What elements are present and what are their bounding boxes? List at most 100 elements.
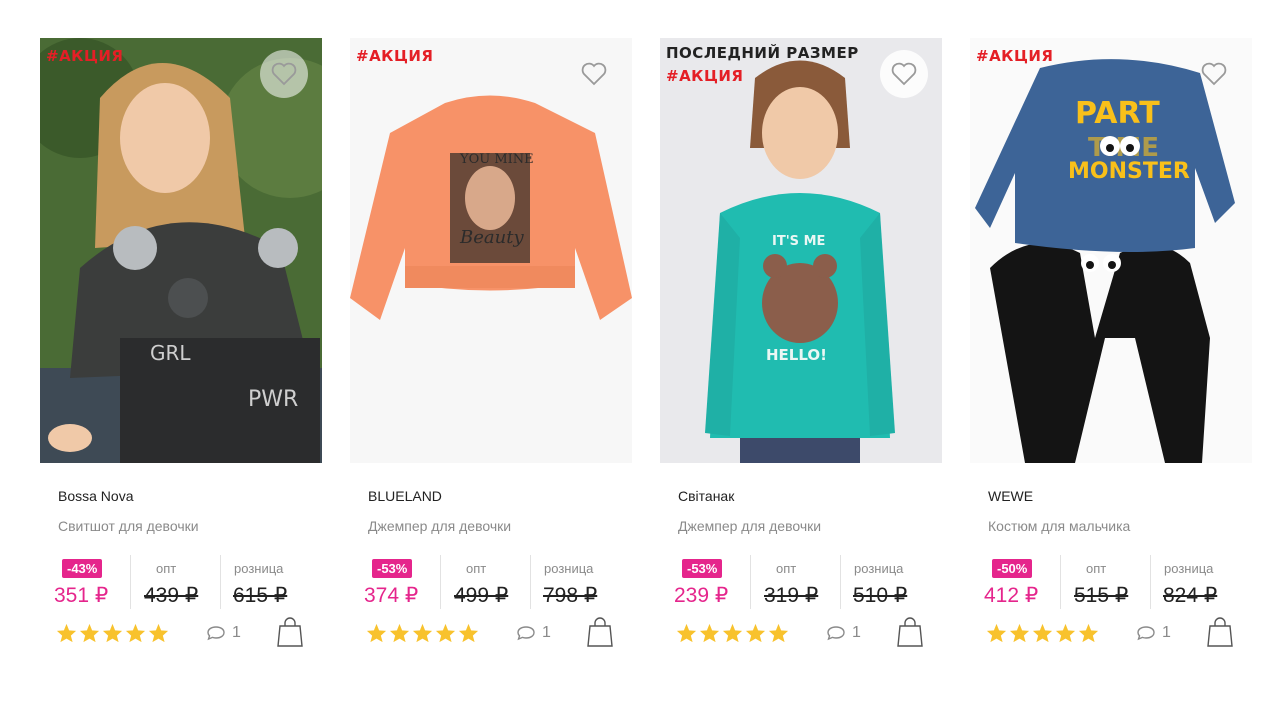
add-to-cart-button[interactable] — [1206, 616, 1234, 653]
star-icon — [986, 623, 1007, 643]
star-icon — [1078, 623, 1099, 643]
divider — [750, 555, 751, 609]
add-to-cart-button[interactable] — [586, 616, 614, 653]
price-block: -53% 374 ₽ опт 499 ₽ розница 798 ₽ — [364, 555, 624, 609]
product-name[interactable]: Джемпер для девочки — [678, 518, 821, 534]
favorite-button[interactable] — [260, 50, 308, 98]
add-to-cart-button[interactable] — [276, 616, 304, 653]
rating-stars — [56, 623, 169, 643]
divider — [530, 555, 531, 609]
price-block: -50% 412 ₽ опт 515 ₽ розница 824 ₽ — [984, 555, 1244, 609]
star-icon — [1009, 623, 1030, 643]
comments-link[interactable]: 1 — [826, 624, 861, 642]
favorite-button[interactable] — [1190, 50, 1238, 98]
divider — [1150, 555, 1151, 609]
product-card[interactable]: IT'S ME HELLO! ПОСЛЕДНИЙ РАЗМЕР #АКЦИЯ С… — [660, 38, 942, 658]
product-name[interactable]: Костюм для мальчика — [988, 518, 1130, 534]
comments-count: 1 — [232, 624, 241, 641]
star-icon — [366, 623, 387, 643]
opt-price: 515 ₽ — [1074, 584, 1129, 607]
product-card[interactable]: YOU MINE Beauty #АКЦИЯ BLUELAND Джемпер … — [350, 38, 632, 658]
retail-label: розница — [854, 561, 904, 576]
rating-stars — [366, 623, 479, 643]
divider — [440, 555, 441, 609]
favorite-button[interactable] — [570, 50, 618, 98]
promo-tag: ПОСЛЕДНИЙ РАЗМЕР — [666, 44, 859, 62]
print-text: HELLO! — [766, 346, 827, 364]
star-icon — [56, 623, 77, 643]
product-brand[interactable]: Світанак — [678, 488, 734, 504]
retail-label: розница — [234, 561, 284, 576]
star-icon — [1055, 623, 1076, 643]
print-text: IT'S ME — [772, 234, 825, 249]
heart-outline-icon — [581, 62, 607, 86]
star-icon — [745, 623, 766, 643]
opt-price: 499 ₽ — [454, 584, 509, 607]
star-icon — [722, 623, 743, 643]
product-image[interactable]: PART TIME MONSTER #АКЦИЯ — [970, 38, 1252, 463]
star-icon — [676, 623, 697, 643]
product-name[interactable]: Джемпер для девочки — [368, 518, 511, 534]
product-image[interactable]: YOU MINE Beauty #АКЦИЯ — [350, 38, 632, 463]
comments-link[interactable]: 1 — [516, 624, 551, 642]
product-brand[interactable]: WEWE — [988, 488, 1033, 504]
discount-badge: -53% — [372, 559, 413, 578]
promo-tag: #АКЦИЯ — [356, 47, 434, 65]
comments-count: 1 — [852, 624, 861, 641]
retail-label: розница — [544, 561, 594, 576]
add-to-cart-button[interactable] — [896, 616, 924, 653]
retail-label: розница — [1164, 561, 1214, 576]
divider — [1060, 555, 1061, 609]
comment-bubble-icon — [207, 626, 225, 641]
retail-price: 798 ₽ — [543, 584, 598, 607]
comment-bubble-icon — [1137, 626, 1155, 641]
rating-stars — [986, 623, 1099, 643]
discount-badge: -53% — [682, 559, 723, 578]
opt-price: 319 ₽ — [764, 584, 819, 607]
print-text: Beauty — [459, 227, 524, 248]
star-icon — [148, 623, 169, 643]
discount-badge: -43% — [62, 559, 103, 578]
comments-count: 1 — [1162, 624, 1171, 641]
product-card[interactable]: GRL PWR #АКЦИЯ Bossa Nova Свитшот для де… — [40, 38, 322, 658]
star-icon — [1032, 623, 1053, 643]
product-brand[interactable]: Bossa Nova — [58, 488, 133, 504]
print-text: YOU MINE — [459, 152, 534, 167]
promo-tag: #АКЦИЯ — [666, 67, 744, 85]
product-brand[interactable]: BLUELAND — [368, 488, 442, 504]
sale-price: 351 ₽ — [54, 584, 109, 607]
opt-price: 439 ₽ — [144, 584, 199, 607]
opt-label: опт — [776, 561, 797, 576]
product-card[interactable]: PART TIME MONSTER #АКЦИЯ WEWE Костюм для… — [970, 38, 1252, 658]
promo-tag: #АКЦИЯ — [46, 47, 124, 65]
heart-outline-icon — [271, 62, 297, 86]
comment-bubble-icon — [827, 626, 845, 641]
heart-outline-icon — [891, 62, 917, 86]
favorite-button[interactable] — [880, 50, 928, 98]
star-icon — [102, 623, 123, 643]
product-image[interactable]: IT'S ME HELLO! ПОСЛЕДНИЙ РАЗМЕР #АКЦИЯ — [660, 38, 942, 463]
heart-outline-icon — [1201, 62, 1227, 86]
divider — [840, 555, 841, 609]
price-block: -53% 239 ₽ опт 319 ₽ розница 510 ₽ — [674, 555, 934, 609]
star-icon — [389, 623, 410, 643]
star-icon — [79, 623, 100, 643]
retail-price: 824 ₽ — [1163, 584, 1218, 607]
sale-price: 239 ₽ — [674, 584, 729, 607]
comments-link[interactable]: 1 — [206, 624, 241, 642]
retail-price: 615 ₽ — [233, 584, 288, 607]
product-name[interactable]: Свитшот для девочки — [58, 518, 199, 534]
print-text: PWR — [248, 387, 298, 412]
discount-badge: -50% — [992, 559, 1033, 578]
star-icon — [699, 623, 720, 643]
print-text: PART — [1075, 96, 1160, 131]
product-image[interactable]: GRL PWR #АКЦИЯ — [40, 38, 322, 463]
star-icon — [435, 623, 456, 643]
shopping-bag-icon — [587, 617, 613, 647]
star-icon — [458, 623, 479, 643]
star-icon — [768, 623, 789, 643]
rating-stars — [676, 623, 789, 643]
comment-bubble-icon — [517, 626, 535, 641]
shopping-bag-icon — [897, 617, 923, 647]
comments-link[interactable]: 1 — [1136, 624, 1171, 642]
